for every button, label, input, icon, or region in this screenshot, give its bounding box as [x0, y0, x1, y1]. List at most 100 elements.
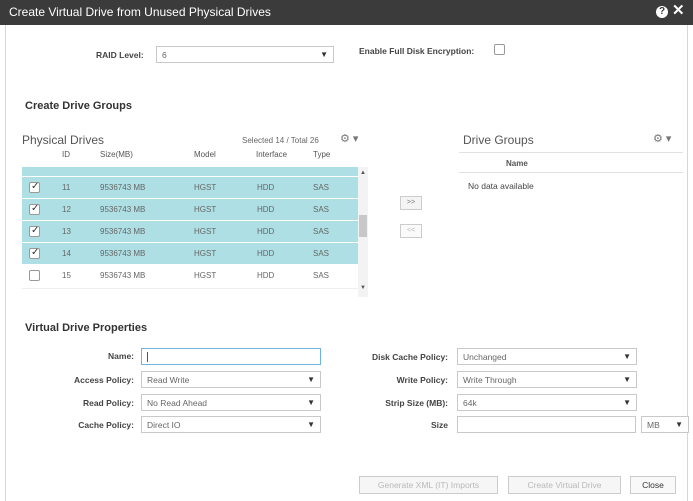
chevron-down-icon: ▼: [623, 352, 631, 361]
strip-size-select[interactable]: 64k ▼: [457, 394, 637, 411]
write-policy-label: Write Policy:: [396, 375, 448, 385]
col-model[interactable]: Model: [194, 150, 216, 159]
create-virtual-drive-button[interactable]: Create Virtual Drive: [508, 476, 621, 494]
window-titlebar: Create Virtual Drive from Unused Physica…: [0, 0, 693, 25]
table-row[interactable]: 13 9536743 MB HGST HDD SAS: [22, 221, 358, 242]
table-scrollbar[interactable]: ▲ ▼: [358, 167, 368, 297]
selected-count: Selected 14 / Total 26: [242, 136, 319, 145]
access-policy-label: Access Policy:: [73, 375, 134, 385]
size-input[interactable]: [457, 416, 636, 433]
close-button[interactable]: Close: [630, 476, 676, 494]
raid-level-value: 6: [162, 50, 167, 60]
cell-model: HGST: [194, 249, 217, 258]
cell-model: HGST: [194, 205, 217, 214]
cell-size: 9536743 MB: [100, 183, 146, 192]
drive-groups-name-header[interactable]: Name: [506, 159, 528, 168]
remove-from-group-button[interactable]: <<: [400, 224, 422, 238]
cell-id: 14: [62, 249, 71, 258]
table-row[interactable]: 11 9536743 MB HGST HDD SAS: [22, 177, 358, 198]
chevron-down-icon: ▼: [307, 398, 315, 407]
disk-cache-policy-label: Disk Cache Policy:: [371, 352, 448, 362]
size-label: Size: [430, 420, 448, 430]
table-row[interactable]: 12 9536743 MB HGST HDD SAS: [22, 199, 358, 220]
text-caret: [147, 352, 148, 362]
divider: [459, 172, 683, 173]
row-checkbox[interactable]: [29, 181, 40, 193]
cell-type: SAS: [313, 249, 330, 258]
disk-cache-policy-value: Unchanged: [463, 352, 507, 362]
encryption-label: Enable Full Disk Encryption:: [359, 46, 475, 56]
cell-size: 9536743 MB: [100, 249, 146, 258]
chevron-down-icon: ▼: [623, 398, 631, 407]
read-policy-label: Read Policy:: [82, 398, 134, 408]
create-drive-groups-title: Create Drive Groups: [25, 100, 132, 112]
help-icon[interactable]: ?: [656, 6, 668, 18]
access-policy-select[interactable]: Read Write ▼: [141, 371, 321, 388]
cell-model: HGST: [194, 183, 217, 192]
divider: [459, 152, 683, 153]
raid-level-select[interactable]: 6 ▼: [156, 46, 334, 63]
row-checkbox[interactable]: [29, 225, 40, 237]
add-to-group-button[interactable]: >>: [400, 196, 422, 210]
cell-model: HGST: [194, 271, 217, 280]
read-policy-select[interactable]: No Read Ahead ▼: [141, 394, 321, 411]
row-checkbox[interactable]: [29, 247, 40, 259]
name-label: Name:: [108, 351, 134, 361]
cell-model: HGST: [194, 227, 217, 236]
cell-size: 9536743 MB: [100, 227, 146, 236]
physical-drives-title: Physical Drives: [22, 133, 105, 147]
gear-icon[interactable]: ⚙ ▾: [653, 132, 671, 145]
cell-type: SAS: [313, 183, 330, 192]
cell-id: 13: [62, 227, 71, 236]
disk-cache-policy-select[interactable]: Unchanged ▼: [457, 348, 637, 365]
table-row-partial: [22, 288, 358, 296]
strip-size-label: Strip Size (MB):: [385, 398, 448, 408]
cell-id: 15: [62, 271, 71, 280]
cell-interface: HDD: [257, 227, 275, 236]
cell-size: 9536743 MB: [100, 271, 146, 280]
cell-type: SAS: [313, 205, 330, 214]
chevron-down-icon: ▼: [675, 420, 683, 429]
table-row-partial: [22, 167, 358, 176]
cell-interface: HDD: [257, 249, 275, 258]
raid-level-label: RAID Level:: [96, 50, 144, 60]
scroll-thumb[interactable]: [359, 215, 367, 237]
gear-icon[interactable]: ⚙ ▾: [340, 132, 358, 145]
scroll-down-icon[interactable]: ▼: [360, 285, 366, 291]
write-policy-select[interactable]: Write Through ▼: [457, 371, 637, 388]
col-size[interactable]: Size(MB): [100, 150, 133, 159]
generate-xml-button[interactable]: Generate XML (IT) Imports: [359, 476, 498, 494]
close-icon[interactable]: ✕: [672, 3, 685, 19]
name-input[interactable]: [141, 348, 321, 365]
row-checkbox[interactable]: [29, 203, 40, 215]
table-row[interactable]: 15 9536743 MB HGST HDD SAS: [22, 265, 358, 286]
col-type[interactable]: Type: [313, 150, 330, 159]
col-id[interactable]: ID: [62, 150, 70, 159]
cell-id: 12: [62, 205, 71, 214]
cell-interface: HDD: [257, 271, 275, 280]
access-policy-value: Read Write: [147, 375, 190, 385]
read-policy-value: No Read Ahead: [147, 398, 208, 408]
col-interface[interactable]: Interface: [256, 150, 287, 159]
cell-interface: HDD: [257, 205, 275, 214]
cell-id: 11: [62, 183, 71, 192]
cache-policy-value: Direct IO: [147, 420, 181, 430]
drive-groups-empty: No data available: [468, 181, 534, 191]
size-unit-select[interactable]: MB ▼: [641, 416, 689, 433]
cell-interface: HDD: [257, 183, 275, 192]
encryption-checkbox[interactable]: [494, 44, 505, 55]
chevron-down-icon: ▼: [307, 420, 315, 429]
chevron-down-icon: ▼: [307, 375, 315, 384]
strip-size-value: 64k: [463, 398, 477, 408]
scroll-up-icon[interactable]: ▲: [360, 170, 366, 176]
window-title: Create Virtual Drive from Unused Physica…: [9, 5, 271, 19]
chevron-down-icon: ▼: [623, 375, 631, 384]
table-row[interactable]: 14 9536743 MB HGST HDD SAS: [22, 243, 358, 264]
write-policy-value: Write Through: [463, 375, 517, 385]
cell-size: 9536743 MB: [100, 205, 146, 214]
size-unit-value: MB: [647, 420, 660, 430]
cache-policy-label: Cache Policy:: [78, 420, 134, 430]
chevron-down-icon: ▼: [320, 50, 328, 59]
cache-policy-select[interactable]: Direct IO ▼: [141, 416, 321, 433]
row-checkbox[interactable]: [29, 270, 40, 281]
